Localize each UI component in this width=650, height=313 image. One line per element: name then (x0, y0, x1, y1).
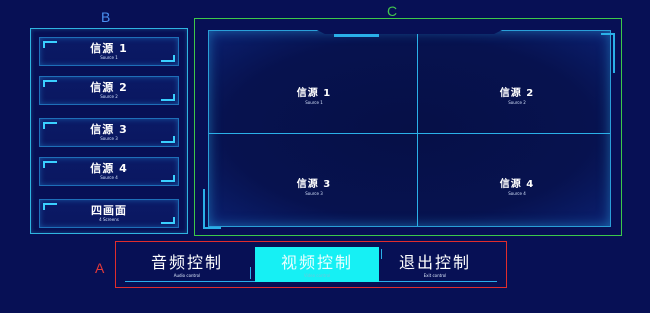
screen-top-decoration (334, 34, 379, 37)
exit-control-sublabel: Exit control (423, 273, 447, 278)
preview-cell-1-label: 信源 1 (296, 88, 332, 99)
preview-cell-3-sublabel: Source 3 (305, 191, 323, 196)
source-1-sublabel: Source 1 (100, 55, 118, 60)
control-panel: 音频控制 Audio control 视频控制 Video control 退出… (115, 241, 507, 288)
frame-corner-decoration (601, 33, 615, 73)
video-control-label: 视频控制 (280, 253, 353, 272)
preview-screen: 信源 1 Source 1 信源 2 Source 2 信源 3 Source … (208, 30, 611, 227)
source-3-label: 信源 3 (90, 123, 128, 136)
preview-cell-4-label: 信源 4 (499, 179, 535, 190)
preview-cell-4-sublabel: Source 4 (508, 191, 526, 196)
audio-control-sublabel: Audio control (173, 273, 201, 278)
preview-cell-4[interactable]: 信源 4 Source 4 (467, 179, 567, 197)
control-tab-bar: 音频控制 Audio control 视频控制 Video control 退出… (125, 247, 497, 282)
four-screens-button[interactable]: 四画面 4 Screens (39, 199, 179, 228)
video-control-button[interactable]: 视频控制 Video control (255, 247, 379, 282)
preview-panel: 信源 1 Source 1 信源 2 Source 2 信源 3 Source … (194, 18, 622, 236)
four-screens-label: 四画面 (91, 204, 127, 217)
source-list-panel: 信源 1 Source 1 信源 2 Source 2 信源 3 Source … (30, 28, 188, 234)
source-4-button[interactable]: 信源 4 Source 4 (39, 157, 179, 186)
source-2-label: 信源 2 (90, 81, 128, 94)
audio-control-label: 音频控制 (150, 253, 223, 272)
source-4-sublabel: Source 4 (100, 175, 118, 180)
audio-control-button[interactable]: 音频控制 Audio control (125, 247, 249, 282)
source-1-button[interactable]: 信源 1 Source 1 (39, 37, 179, 66)
source-3-button[interactable]: 信源 3 Source 3 (39, 118, 179, 147)
source-3-sublabel: Source 3 (100, 136, 118, 141)
frame-corner-decoration (203, 189, 221, 229)
four-screens-sublabel: 4 Screens (99, 217, 119, 222)
preview-cell-2-sublabel: Source 2 (508, 100, 526, 105)
region-label-a: A (95, 260, 105, 276)
source-1-label: 信源 1 (90, 42, 128, 55)
preview-cell-2[interactable]: 信源 2 Source 2 (467, 88, 567, 106)
video-control-sublabel: Video control (303, 273, 331, 278)
preview-cell-3-label: 信源 3 (296, 179, 332, 190)
region-label-b: B (101, 9, 111, 25)
source-2-button[interactable]: 信源 2 Source 2 (39, 76, 179, 105)
preview-cell-2-label: 信源 2 (499, 88, 535, 99)
source-2-sublabel: Source 2 (100, 94, 118, 99)
exit-control-label: 退出控制 (398, 253, 471, 272)
preview-cell-1[interactable]: 信源 1 Source 1 (264, 88, 364, 106)
tab-divider (250, 267, 251, 279)
exit-control-button[interactable]: 退出控制 Exit control (373, 247, 497, 282)
grid-divider-horizontal (209, 133, 610, 134)
source-4-label: 信源 4 (90, 162, 128, 175)
preview-cell-3[interactable]: 信源 3 Source 3 (264, 179, 364, 197)
preview-cell-1-sublabel: Source 1 (305, 100, 323, 105)
region-label-c: C (387, 3, 398, 19)
grid-divider-vertical (417, 31, 418, 226)
